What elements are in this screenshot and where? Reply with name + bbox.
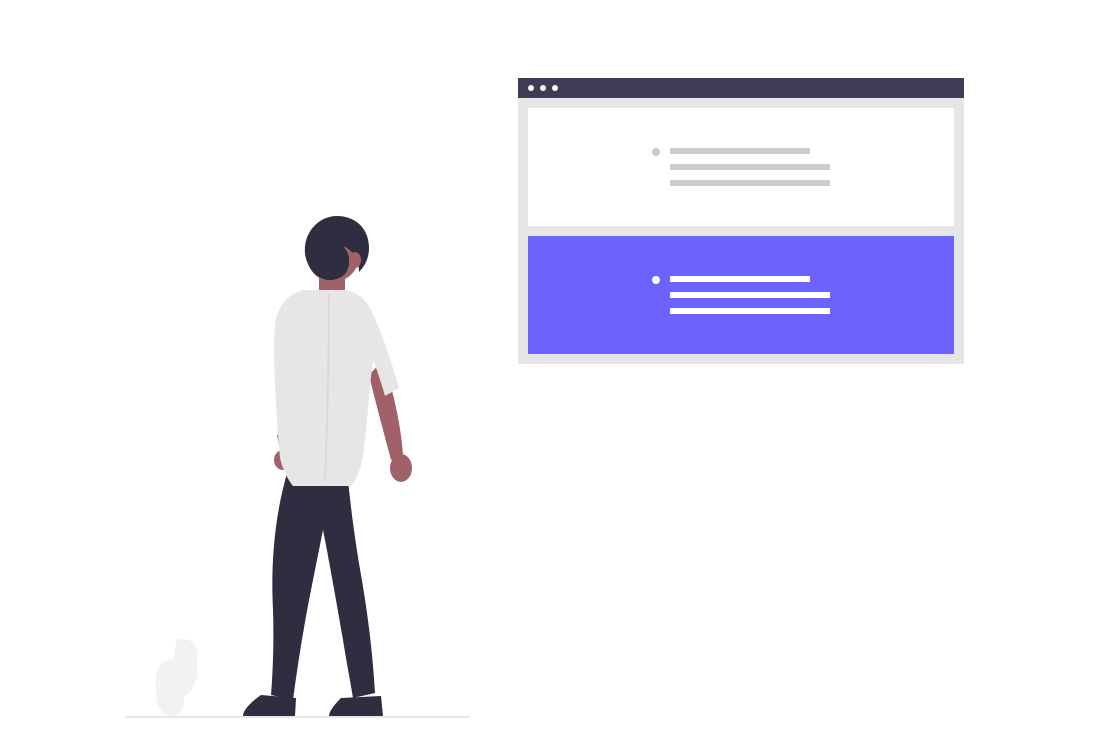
browser-body [518,98,964,364]
placeholder-line [670,148,810,154]
placeholder-lines [670,276,830,314]
content-panel-light [528,108,954,226]
window-control-dot [528,85,534,91]
person-illustration [233,210,423,720]
placeholder-block [652,148,830,186]
window-control-dot [540,85,546,91]
illustration-canvas [0,0,1103,755]
plant-leaf-icon [167,638,202,698]
browser-window [518,78,964,364]
window-control-dot [552,85,558,91]
bullet-icon [652,148,660,156]
placeholder-lines [670,148,830,186]
placeholder-line [670,276,810,282]
placeholder-line [670,292,830,298]
placeholder-line [670,164,830,170]
placeholder-block [652,276,830,314]
content-panel-accent [528,236,954,354]
placeholder-line [670,180,830,186]
browser-titlebar [518,78,964,98]
placeholder-line [670,308,830,314]
bullet-icon [652,276,660,284]
